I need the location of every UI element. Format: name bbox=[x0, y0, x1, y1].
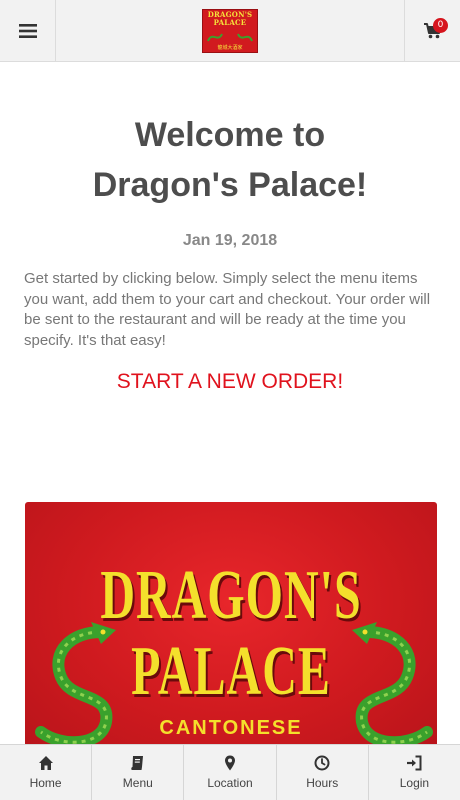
book-icon bbox=[131, 756, 143, 770]
sign-in-icon bbox=[407, 755, 422, 771]
title-line2: Dragon's Palace! bbox=[92, 166, 368, 204]
nav-menu-label: Menu bbox=[122, 776, 153, 790]
top-bar: DRAGON'S PALACE 龍城大酒家 0 bbox=[0, 0, 460, 62]
nav-login-label: Login bbox=[399, 776, 430, 790]
bottom-nav: Home Menu Location Hours Login bbox=[0, 744, 460, 800]
menu-button[interactable] bbox=[0, 0, 56, 62]
logo-line2: PALACE bbox=[213, 18, 247, 27]
logo-chinese-text: 龍城大酒家 bbox=[217, 45, 243, 51]
banner-line2: PALACE bbox=[131, 633, 331, 710]
home-icon bbox=[38, 756, 53, 770]
intro-text: Get started by clicking below. Simply se… bbox=[24, 270, 431, 349]
clock-icon bbox=[314, 755, 330, 771]
page-title: Welcome to Dragon's Palace! bbox=[0, 110, 460, 210]
banner-line3: CANTONESE bbox=[159, 717, 303, 739]
nav-login[interactable]: Login bbox=[369, 745, 460, 800]
nav-hours-label: Hours bbox=[306, 776, 339, 790]
map-pin-icon bbox=[225, 755, 235, 771]
restaurant-banner-image: DRAGON'S PALACE CANTONESE bbox=[25, 502, 437, 752]
nav-menu[interactable]: Menu bbox=[92, 745, 185, 800]
date-label: Jan 19, 2018 bbox=[182, 232, 278, 249]
cart-count-badge: 0 bbox=[433, 18, 448, 33]
nav-hours[interactable]: Hours bbox=[277, 745, 369, 800]
title-line1: Welcome to bbox=[134, 116, 326, 154]
banner-line1: DRAGON'S bbox=[100, 557, 362, 634]
nav-home[interactable]: Home bbox=[0, 745, 93, 800]
nav-home-label: Home bbox=[29, 776, 62, 790]
nav-location-label: Location bbox=[207, 776, 253, 790]
nav-location[interactable]: Location bbox=[184, 745, 277, 800]
start-new-order-link[interactable]: START A NEW ORDER! bbox=[0, 370, 460, 394]
cart-button[interactable]: 0 bbox=[404, 0, 460, 62]
logo-dragons-graphic bbox=[207, 33, 253, 42]
hamburger-icon bbox=[18, 24, 37, 38]
restaurant-logo[interactable]: DRAGON'S PALACE 龍城大酒家 bbox=[202, 9, 258, 53]
